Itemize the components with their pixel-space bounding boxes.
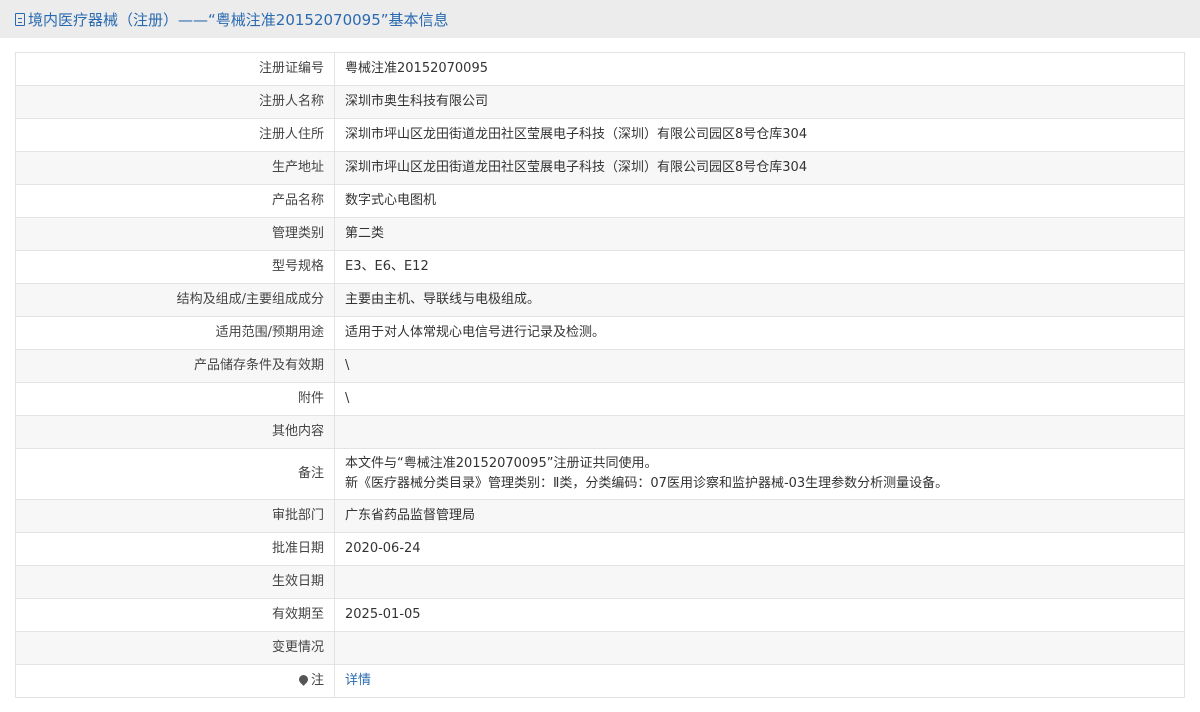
field-label: 生效日期 <box>15 565 335 599</box>
table-row: 注册人名称 深圳市奥生科技有限公司 <box>15 85 1185 119</box>
value-text: 数字式心电图机 <box>345 193 437 208</box>
label-text: 备注 <box>297 466 324 481</box>
field-label: 注册人住所 <box>15 118 335 152</box>
field-value: E3、E6、E12 <box>334 250 1185 284</box>
table-row: 注册证编号 粤械注准20152070095 <box>15 52 1185 86</box>
field-value: 2025-01-05 <box>334 598 1185 632</box>
table-row: 适用范围/预期用途 适用于对人体常规心电信号进行记录及检测。 <box>15 316 1185 350</box>
field-label: 审批部门 <box>15 499 335 533</box>
field-value: 2020-06-24 <box>334 532 1185 566</box>
field-value: 第二类 <box>334 217 1185 251</box>
field-label: 管理类别 <box>15 217 335 251</box>
field-label: 注册人名称 <box>15 85 335 119</box>
table-row: 有效期至 2025-01-05 <box>15 598 1185 632</box>
field-value: 详情 <box>334 664 1185 698</box>
label-text: 有效期至 <box>271 607 324 622</box>
table-row: 结构及组成/主要组成成分 主要由主机、导联线与电极组成。 <box>15 283 1185 317</box>
page-header: 境内医疗器械（注册）——“粤械注准20152070095”基本信息 <box>0 0 1200 38</box>
table-row: 变更情况 <box>15 631 1185 665</box>
label-text: 变更情况 <box>271 640 324 655</box>
value-text: 2020-06-24 <box>345 541 421 556</box>
table-row: 型号规格 E3、E6、E12 <box>15 250 1185 284</box>
value-text: 主要由主机、导联线与电极组成。 <box>345 292 541 307</box>
info-table: 注册证编号 粤械注准20152070095 注册人名称 深圳市奥生科技有限公司注册人住… <box>15 52 1185 698</box>
value-text: 新《医疗器械分类目录》管理类别：Ⅱ类，分类编码：07医用诊察和监护器械-03生理… <box>345 476 949 491</box>
field-value: 深圳市坪山区龙田街道龙田社区莹展电子科技（深圳）有限公司园区8号仓库304 <box>334 151 1185 185</box>
field-value <box>334 415 1185 449</box>
field-label: 备注 <box>15 448 335 500</box>
field-label: 其他内容 <box>15 415 335 449</box>
label-text: 其他内容 <box>271 424 324 439</box>
label-text: 审批部门 <box>271 508 324 523</box>
label-text: 附件 <box>297 391 324 406</box>
table-row: 其他内容 <box>15 415 1185 449</box>
table-row: 附件 \ <box>15 382 1185 416</box>
field-value: \ <box>334 382 1185 416</box>
field-label: 产品名称 <box>15 184 335 218</box>
field-value <box>334 631 1185 665</box>
field-label: 变更情况 <box>15 631 335 665</box>
document-icon <box>15 12 25 26</box>
field-label: 适用范围/预期用途 <box>15 316 335 350</box>
value-text: 粤械注准20152070095 <box>345 61 488 76</box>
label-text: 适用范围/预期用途 <box>215 325 324 340</box>
label-text: 产品名称 <box>271 193 324 208</box>
value-text: 第二类 <box>345 226 385 241</box>
details-link[interactable]: 详情 <box>345 673 371 688</box>
value-text: \ <box>345 391 350 406</box>
field-value: 广东省药品监督管理局 <box>334 499 1185 533</box>
label-text: 注册人名称 <box>258 94 324 109</box>
field-value: 本文件与“粤械注准20152070095”注册证共同使用。新《医疗器械分类目录》… <box>334 448 1185 500</box>
value-text: 广东省药品监督管理局 <box>345 508 476 523</box>
table-row: 生产地址 深圳市坪山区龙田街道龙田社区莹展电子科技（深圳）有限公司园区8号仓库30… <box>15 151 1185 185</box>
field-label: 生产地址 <box>15 151 335 185</box>
label-text: 型号规格 <box>271 259 324 274</box>
table-row: 注册人住所 深圳市坪山区龙田街道龙田社区莹展电子科技（深圳）有限公司园区8号仓库3… <box>15 118 1185 152</box>
field-value: 主要由主机、导联线与电极组成。 <box>334 283 1185 317</box>
table-row: 批准日期 2020-06-24 <box>15 532 1185 566</box>
label-text: 注册人住所 <box>258 127 324 142</box>
value-text: 适用于对人体常规心电信号进行记录及检测。 <box>345 325 606 340</box>
label-text: 产品储存条件及有效期 <box>193 358 324 373</box>
field-value: 数字式心电图机 <box>334 184 1185 218</box>
pin-icon <box>297 673 310 686</box>
value-text: 深圳市坪山区龙田街道龙田社区莹展电子科技（深圳）有限公司园区8号仓库304 <box>345 160 808 175</box>
value-text: 深圳市奥生科技有限公司 <box>345 94 489 109</box>
table-row: 产品名称 数字式心电图机 <box>15 184 1185 218</box>
field-value: 适用于对人体常规心电信号进行记录及检测。 <box>334 316 1185 350</box>
label-text: 管理类别 <box>271 226 324 241</box>
table-row: 生效日期 <box>15 565 1185 599</box>
label-text: 注册证编号 <box>258 61 324 76</box>
page-title: 境内医疗器械（注册）——“粤械注准20152070095”基本信息 <box>28 10 449 29</box>
field-value: 深圳市坪山区龙田街道龙田社区莹展电子科技（深圳）有限公司园区8号仓库304 <box>334 118 1185 152</box>
field-value: 深圳市奥生科技有限公司 <box>334 85 1185 119</box>
table-row: 产品储存条件及有效期 \ <box>15 349 1185 383</box>
field-label: 型号规格 <box>15 250 335 284</box>
field-label: 注册证编号 <box>15 52 335 86</box>
field-label: 有效期至 <box>15 598 335 632</box>
field-label: 结构及组成/主要组成成分 <box>15 283 335 317</box>
field-value <box>334 565 1185 599</box>
table-row: 审批部门 广东省药品监督管理局 <box>15 499 1185 533</box>
field-value: 粤械注准20152070095 <box>334 52 1185 86</box>
label-text: 生产地址 <box>271 160 324 175</box>
value-text: 本文件与“粤械注准20152070095”注册证共同使用。 <box>345 456 658 471</box>
field-label: 注 <box>15 664 335 698</box>
value-text: E3、E6、E12 <box>345 259 429 274</box>
value-text: \ <box>345 358 350 373</box>
table-row: 注 详情 <box>15 664 1185 698</box>
value-text: 深圳市坪山区龙田街道龙田社区莹展电子科技（深圳）有限公司园区8号仓库304 <box>345 127 808 142</box>
label-text: 注 <box>310 673 324 688</box>
label-text: 结构及组成/主要组成成分 <box>176 292 324 307</box>
table-row: 管理类别 第二类 <box>15 217 1185 251</box>
value-text: 2025-01-05 <box>345 607 421 622</box>
label-text: 批准日期 <box>271 541 324 556</box>
label-text: 生效日期 <box>271 574 324 589</box>
field-value: \ <box>334 349 1185 383</box>
field-label: 附件 <box>15 382 335 416</box>
table-row: 备注 本文件与“粤械注准20152070095”注册证共同使用。 新《医疗器械分类目… <box>15 448 1185 500</box>
field-label: 产品储存条件及有效期 <box>15 349 335 383</box>
field-label: 批准日期 <box>15 532 335 566</box>
